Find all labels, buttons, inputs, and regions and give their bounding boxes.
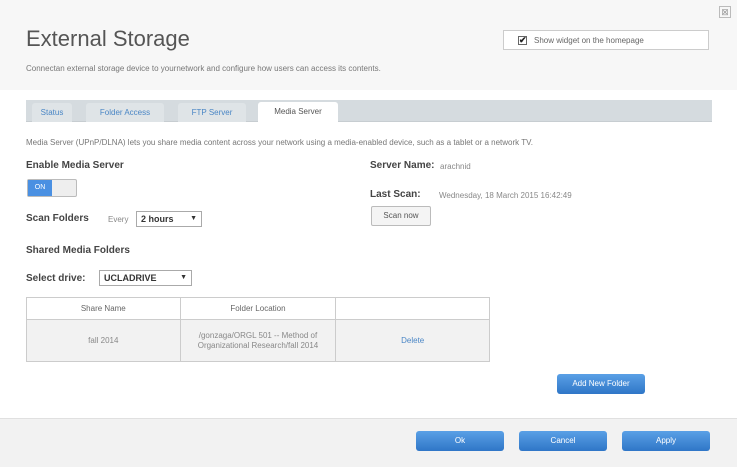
- media-server-toggle[interactable]: ON: [27, 179, 77, 197]
- scan-folders-label: Scan Folders: [26, 213, 89, 224]
- media-server-description: Media Server (UPnP/DLNA) lets you share …: [26, 138, 533, 147]
- share-name-cell: fall 2014: [26, 319, 181, 362]
- add-new-folder-button[interactable]: Add New Folder: [557, 374, 645, 394]
- folder-location-cell: /gonzaga/ORGL 501 -- Method of Organizat…: [179, 319, 337, 362]
- delete-link[interactable]: Delete: [401, 336, 424, 345]
- enable-media-server-label: Enable Media Server: [26, 160, 124, 171]
- column-header-share-name: Share Name: [26, 297, 181, 320]
- ok-button[interactable]: Ok: [416, 431, 504, 451]
- last-scan-value: Wednesday, 18 March 2015 16:42:49: [439, 191, 572, 200]
- apply-button[interactable]: Apply: [622, 431, 710, 451]
- last-scan-label: Last Scan:: [370, 189, 421, 200]
- scan-now-button[interactable]: Scan now: [371, 206, 431, 226]
- column-header-folder-location: Folder Location: [179, 297, 337, 320]
- chevron-down-icon: ▼: [180, 274, 187, 281]
- show-widget-checkbox[interactable]: ✔: [518, 36, 527, 45]
- actions-cell: Delete: [335, 319, 490, 362]
- table-row: fall 2014 /gonzaga/ORGL 501 -- Method of…: [26, 319, 490, 362]
- shared-media-folders-heading: Shared Media Folders: [26, 245, 130, 256]
- table-header-row: Share Name Folder Location: [26, 297, 490, 320]
- tab-folder-access[interactable]: Folder Access: [86, 103, 164, 122]
- show-widget-label: Show widget on the homepage: [534, 36, 644, 45]
- header: External Storage Connectan external stor…: [0, 0, 737, 90]
- drive-value: UCLADRIVE: [104, 273, 157, 283]
- toggle-on-indicator: ON: [28, 180, 52, 196]
- column-header-actions: [335, 297, 490, 320]
- page-title: External Storage: [26, 26, 190, 51]
- tab-ftp-server[interactable]: FTP Server: [178, 103, 246, 122]
- chevron-down-icon: ▼: [190, 215, 197, 222]
- scan-interval-select[interactable]: 2 hours ▼: [136, 211, 202, 227]
- close-icon[interactable]: ⊠: [719, 6, 731, 18]
- drive-select[interactable]: UCLADRIVE ▼: [99, 270, 192, 286]
- shared-folders-table: Share Name Folder Location fall 2014 /go…: [26, 297, 490, 362]
- every-label: Every: [108, 215, 129, 224]
- select-drive-label: Select drive:: [26, 273, 86, 284]
- show-widget-option[interactable]: ✔ Show widget on the homepage: [503, 30, 709, 50]
- page-subtitle: Connectan external storage device to you…: [26, 64, 381, 73]
- external-storage-window: External Storage Connectan external stor…: [0, 0, 737, 467]
- tab-bar: Status Folder Access FTP Server Media Se…: [26, 100, 712, 122]
- cancel-button[interactable]: Cancel: [519, 431, 607, 451]
- tab-status[interactable]: Status: [32, 103, 72, 122]
- scan-interval-value: 2 hours: [141, 214, 174, 224]
- tab-media-server[interactable]: Media Server: [258, 102, 338, 122]
- server-name-value: arachnid: [440, 162, 471, 171]
- server-name-label: Server Name:: [370, 160, 435, 171]
